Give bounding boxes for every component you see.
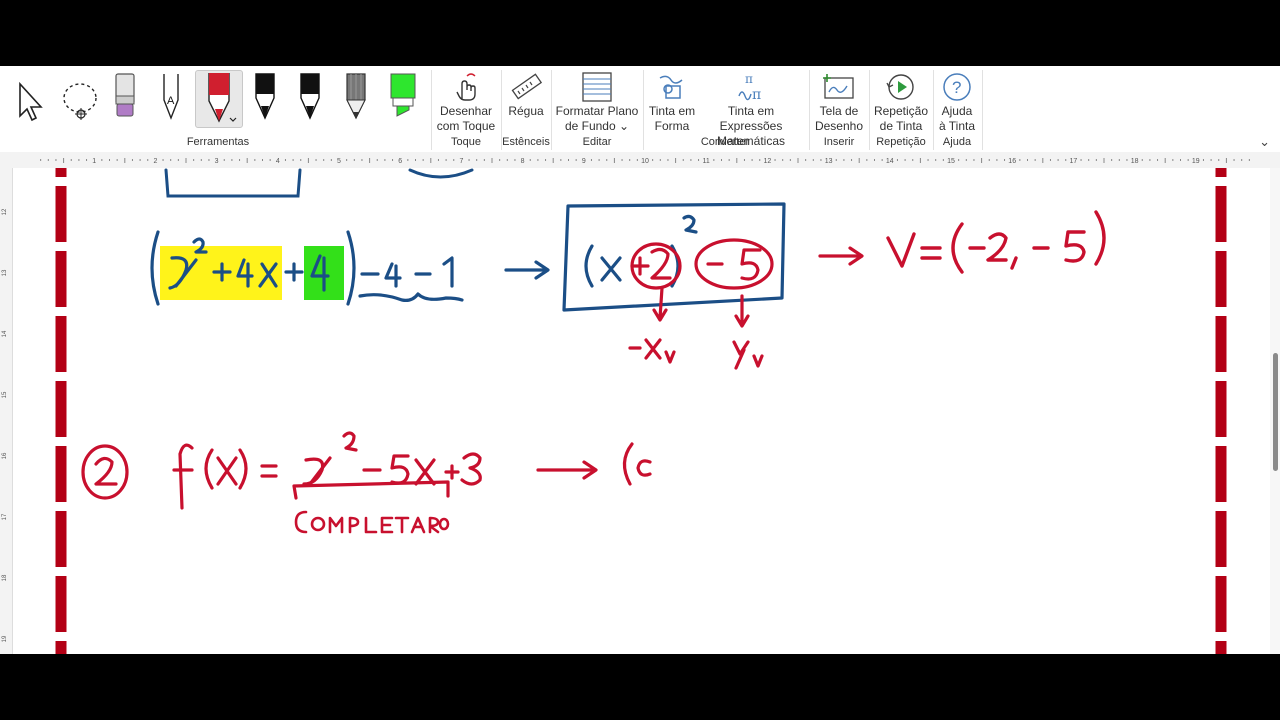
canvas-label-2: Desenho: [814, 119, 864, 133]
ruler-number: 18: [1131, 158, 1139, 165]
svg-text:π: π: [745, 72, 753, 86]
ink-math-label-1: Tinta em Expressões: [719, 104, 783, 133]
ruler-number: 10: [641, 158, 649, 165]
ink-shape-label-2: Forma: [654, 119, 690, 133]
ink-replay-icon: [871, 70, 931, 102]
group-converter: Converter: [700, 136, 750, 148]
top-partial-ink: [164, 168, 474, 198]
format-bg-label-2: de Fundo ⌄: [564, 119, 630, 133]
ruler-number: 2: [153, 158, 157, 165]
draw-touch-label-1: Desenhar: [439, 104, 493, 118]
drawing-canvas-button[interactable]: Tela de Desenho: [811, 70, 867, 134]
eraser-tool[interactable]: [110, 70, 140, 122]
ruler-number: 12: [764, 158, 772, 165]
red-pen-tool-selected[interactable]: [195, 70, 243, 128]
separator: [551, 70, 552, 150]
separator: [431, 70, 432, 150]
horizontal-ruler[interactable]: 1 2 3 4 5 6 7 8 9 10 11 12 13 14 15 16 17 18 19: [0, 152, 1280, 169]
black-pen-tool-2[interactable]: [295, 70, 325, 122]
ink-drawing-area[interactable]: [0, 168, 1270, 654]
ink-to-shape-button[interactable]: Tinta em Forma: [645, 70, 699, 134]
document-canvas[interactable]: 12 13 14 15 16 17 18 19: [0, 168, 1280, 654]
completar-label-ink: [294, 510, 450, 534]
ruler-button[interactable]: Régua: [503, 70, 549, 119]
touch-hand-icon: [434, 70, 498, 102]
replay-label-2: de Tinta: [879, 119, 923, 133]
ruler-number: 16: [1008, 158, 1016, 165]
gray-pencil-tool[interactable]: [341, 70, 371, 122]
ruler-number: 9: [582, 158, 586, 165]
ruler-number: 15: [947, 158, 955, 165]
pencil-a-tool[interactable]: A: [156, 70, 186, 122]
ink-shape-label-1: Tinta em: [648, 104, 696, 118]
ink-ribbon: A Ferramentas Desenhar com Toque Toque R…: [0, 66, 1280, 152]
black-pen-tool-1[interactable]: [250, 70, 280, 122]
select-arrow-tool[interactable]: [14, 70, 50, 122]
ruler-number: 1: [92, 158, 96, 165]
scrollbar-thumb[interactable]: [1273, 353, 1278, 471]
group-ferramentas: Ferramentas: [186, 136, 250, 148]
help-label-2: à Tinta: [938, 119, 976, 133]
ruler-number: 3: [215, 158, 219, 165]
group-inserir: Inserir: [823, 136, 855, 148]
separator: [869, 70, 870, 150]
ruler-number: 17: [1070, 158, 1078, 165]
svg-text:π: π: [752, 87, 761, 102]
ruler-number: 14: [886, 158, 894, 165]
ink-to-shape-icon: [645, 70, 699, 102]
replay-label-1: Repetição: [873, 104, 929, 118]
separator: [982, 70, 983, 150]
collapse-ribbon-chevron-icon[interactable]: ⌄: [1259, 134, 1270, 150]
separator: [643, 70, 644, 150]
item-2-ink: [81, 431, 652, 510]
ruler-number: 5: [337, 158, 341, 165]
bottom-black-bar: [0, 654, 1280, 720]
ink-replay-button[interactable]: Repetição de Tinta: [871, 70, 931, 134]
ruler-number: 6: [398, 158, 402, 165]
ruler-number: 4: [276, 158, 280, 165]
group-toque: Toque: [451, 136, 481, 148]
draw-touch-label-2: com Toque: [436, 119, 496, 133]
group-editar: Editar: [582, 136, 612, 148]
canvas-label-1: Tela de: [819, 104, 859, 118]
ruler-number: 8: [521, 158, 525, 165]
vertex-result-ink: [886, 210, 1106, 274]
group-repeticao: Repetição: [876, 136, 926, 148]
drawing-canvas-icon: [811, 70, 867, 102]
format-background-button[interactable]: Formatar Plano de Fundo ⌄: [553, 70, 641, 134]
group-estenceis: Estênceis: [502, 136, 550, 148]
ink-help-button[interactable]: ? Ajuda à Tinta: [935, 70, 979, 134]
lasso-select-tool[interactable]: [56, 70, 106, 122]
ruler-label: Régua: [508, 104, 544, 118]
ruler-number: 13: [825, 158, 833, 165]
vertex-form-box: [562, 202, 786, 312]
horizontal-ruler-ticks: 1 2 3 4 5 6 7 8 9 10 11 12 13 14 15 16 17 18 19: [40, 158, 1250, 165]
ruler-icon: [503, 70, 549, 102]
ruler-number: 19: [1192, 158, 1200, 165]
svg-text:A: A: [167, 95, 175, 107]
svg-text:?: ?: [952, 78, 961, 97]
separator: [933, 70, 934, 150]
green-highlighter-tool[interactable]: [387, 70, 419, 122]
ink-to-math-icon: ππ: [697, 70, 805, 102]
background-lines-icon: [553, 70, 641, 102]
ruler-number: 11: [703, 158, 710, 165]
ruler-number: 7: [459, 158, 463, 165]
help-label-1: Ajuda: [941, 104, 973, 118]
vertical-scrollbar[interactable]: [1270, 168, 1280, 654]
draw-with-touch-button[interactable]: Desenhar com Toque: [434, 70, 498, 134]
group-ajuda: Ajuda: [942, 136, 972, 148]
format-bg-label-1: Formatar Plano: [555, 104, 639, 118]
separator: [809, 70, 810, 150]
help-question-icon: ?: [935, 70, 979, 102]
